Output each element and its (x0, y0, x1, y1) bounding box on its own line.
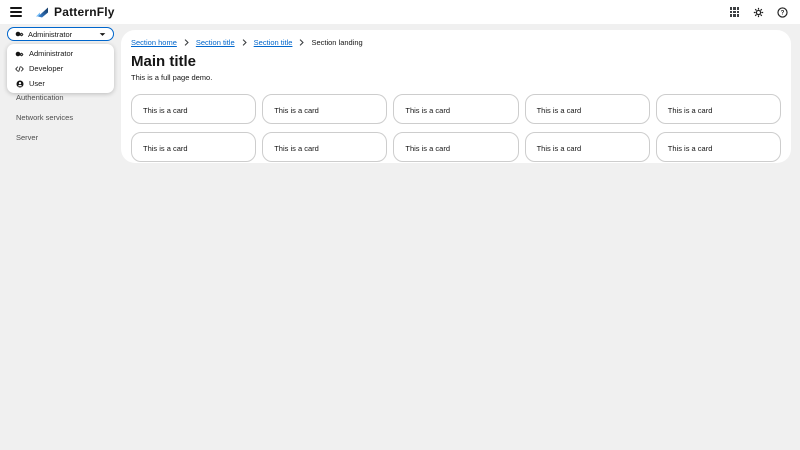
page-title: Main title (131, 53, 197, 70)
page-main: Section home Section title Section title… (121, 30, 791, 163)
user-cog-icon (15, 30, 24, 38)
patternfly-logo-icon (35, 6, 49, 19)
page-description: This is a full page demo. (131, 73, 213, 82)
card: This is a card (262, 94, 388, 124)
breadcrumb-current: Section landing (311, 38, 363, 47)
card: This is a card (262, 132, 388, 162)
sidebar-item-network-services[interactable]: Network services (0, 108, 121, 128)
breadcrumb-link[interactable]: Section title (196, 38, 235, 47)
card: This is a card (524, 94, 650, 124)
user-cog-icon (15, 50, 24, 58)
menu-item-developer[interactable]: Developer (7, 61, 114, 76)
menu-item-administrator[interactable]: Administrator (7, 46, 114, 61)
brand-logo[interactable]: PatternFly (35, 5, 115, 19)
hamburger-icon[interactable] (10, 7, 22, 17)
card: This is a card (655, 132, 781, 162)
help-question-icon[interactable]: ? (776, 6, 789, 19)
chevron-right-icon (242, 39, 247, 46)
user-circle-icon (15, 80, 24, 88)
sidebar-item-server[interactable]: Server (0, 128, 121, 148)
card: This is a card (131, 94, 257, 124)
masthead: PatternFly ? (0, 0, 800, 24)
masthead-actions: ? (728, 6, 789, 19)
card: This is a card (393, 132, 519, 162)
sidebar-nav: Authentication Network services Server (0, 88, 121, 148)
svg-text:?: ? (781, 9, 785, 16)
card: This is a card (131, 132, 257, 162)
context-selector-menu: Administrator Developer User (7, 44, 114, 93)
chevron-right-icon (299, 39, 305, 46)
context-selector-toggle[interactable]: Administrator (7, 27, 114, 41)
sidebar: Administrator Administrator Developer Us… (0, 24, 121, 164)
card: This is a card (524, 132, 650, 162)
menu-item-user[interactable]: User (7, 76, 114, 91)
breadcrumb-link[interactable]: Section home (131, 38, 177, 47)
card: This is a card (393, 94, 519, 124)
menu-item-label: Administrator (29, 49, 74, 58)
card-grid: This is a card This is a card This is a … (131, 94, 781, 162)
caret-down-icon (99, 32, 106, 37)
card: This is a card (655, 94, 781, 124)
breadcrumb: Section home Section title Section title… (131, 38, 781, 47)
context-selector-value: Administrator (28, 29, 73, 39)
brand-name: PatternFly (54, 5, 115, 19)
menu-item-label: Developer (29, 64, 64, 73)
breadcrumb-link[interactable]: Section title (254, 38, 293, 47)
apps-grid-icon[interactable] (728, 6, 741, 19)
code-icon (15, 65, 24, 73)
chevron-right-icon (184, 39, 189, 46)
menu-item-label: User (29, 79, 45, 88)
settings-gear-icon[interactable] (752, 6, 765, 19)
